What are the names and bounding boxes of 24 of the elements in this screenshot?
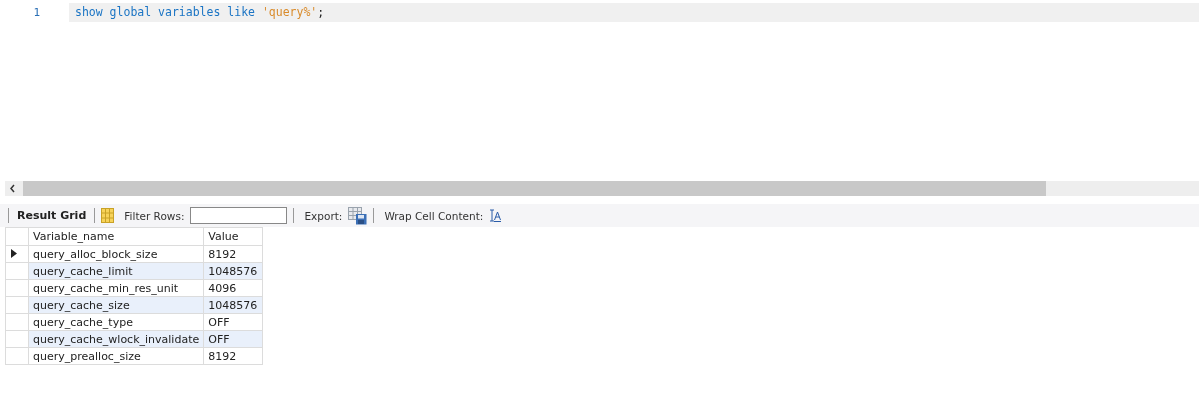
filter-rows-label: Filter Rows: — [124, 209, 185, 222]
table-cell: OFF — [203, 313, 263, 331]
wrap-cell-content-label: Wrap Cell Content: — [384, 209, 484, 222]
table-cell: query_cache_min_res_unit — [28, 279, 204, 297]
table-cell: 4096 — [203, 279, 263, 297]
row-header-corner — [5, 227, 29, 246]
scroll-left-icon[interactable] — [9, 184, 16, 193]
columns-icon[interactable] — [101, 208, 115, 223]
table-cell: 8192 — [203, 245, 263, 263]
scrollbar-thumb[interactable] — [23, 181, 1046, 196]
table-cell: query_cache_type — [28, 313, 204, 331]
table-cell: query_alloc_block_size — [28, 245, 204, 263]
wrap-text-icon[interactable] — [489, 209, 502, 222]
table-cell: 8192 — [203, 347, 263, 365]
result-grid-tab[interactable]: Result Grid — [15, 209, 89, 222]
filter-rows-field[interactable] — [190, 207, 288, 224]
export-grid-icon[interactable] — [348, 206, 368, 225]
column-header[interactable]: Variable_name — [28, 227, 204, 246]
table-cell: query_prealloc_size — [28, 347, 204, 365]
row-header[interactable] — [5, 245, 29, 263]
column-header[interactable]: Value — [203, 227, 263, 246]
line-number: 1 — [32, 5, 41, 21]
current-row-icon — [11, 248, 17, 258]
export-label: Export: — [304, 209, 343, 222]
